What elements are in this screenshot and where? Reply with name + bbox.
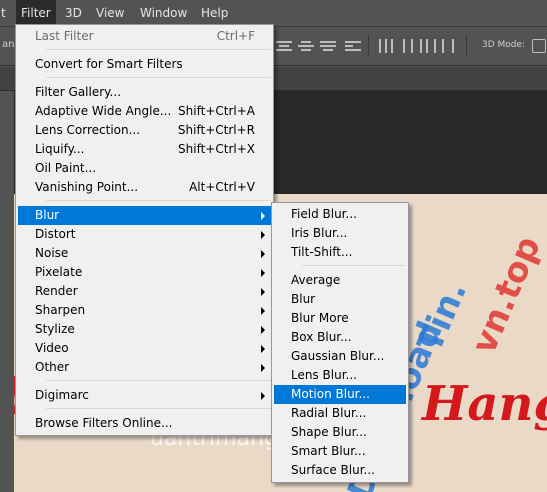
menu-edit-partial[interactable]: t	[0, 0, 11, 26]
3d-rotate-icon[interactable]	[532, 39, 546, 53]
menu-filter[interactable]: Filter	[16, 0, 56, 26]
align-left-icon[interactable]	[345, 39, 361, 53]
menu-item-adaptive-wide-angle[interactable]: Adaptive Wide Angle... Shift+Ctrl+A	[18, 102, 271, 121]
submenu-arrow-icon	[261, 345, 265, 353]
submenu-arrow-icon	[261, 269, 265, 277]
align-vcenter-icon[interactable]	[298, 39, 314, 53]
submenu-arrow-icon	[261, 250, 265, 258]
menu-item-liquify[interactable]: Liquify... Shift+Ctrl+X	[18, 140, 271, 159]
menu-item-blur[interactable]: Blur	[18, 206, 271, 225]
menu-item-convert-smart-filters[interactable]: Convert for Smart Filters	[18, 55, 271, 74]
menu-bar: t Filter 3D View Window Help	[0, 0, 547, 26]
submenu-item-motion-blur[interactable]: Motion Blur...	[274, 385, 406, 404]
submenu-item-surface-blur[interactable]: Surface Blur...	[274, 461, 406, 480]
submenu-item-box-blur[interactable]: Box Blur...	[274, 328, 406, 347]
menu-item-sharpen[interactable]: Sharpen	[18, 301, 271, 320]
align-top-icon[interactable]	[276, 39, 292, 53]
3d-mode-label: 3D Mode:	[482, 40, 526, 50]
submenu-arrow-icon	[261, 212, 265, 220]
submenu-item-gaussian-blur[interactable]: Gaussian Blur...	[274, 347, 406, 366]
menu-item-vanishing-point[interactable]: Vanishing Point... Alt+Ctrl+V	[18, 178, 271, 197]
submenu-item-radial-blur[interactable]: Radial Blur...	[274, 404, 406, 423]
submenu-arrow-icon	[261, 231, 265, 239]
menu-item-video[interactable]: Video	[18, 339, 271, 358]
blur-submenu: Field Blur... Iris Blur... Tilt-Shift...…	[271, 202, 409, 483]
distribute-hcenter-icon[interactable]	[400, 39, 416, 53]
distribute-left-icon[interactable]	[378, 39, 394, 53]
submenu-item-iris-blur[interactable]: Iris Blur...	[274, 224, 406, 243]
submenu-item-field-blur[interactable]: Field Blur...	[274, 205, 406, 224]
submenu-arrow-icon	[261, 326, 265, 334]
menu-window[interactable]: Window	[135, 0, 192, 26]
watermark-red: vn.top	[464, 230, 547, 360]
submenu-item-shape-blur[interactable]: Shape Blur...	[274, 423, 406, 442]
submenu-arrow-icon	[261, 392, 265, 400]
submenu-arrow-icon	[261, 288, 265, 296]
menu-item-digimarc[interactable]: Digimarc	[18, 386, 271, 405]
menu-view[interactable]: View	[91, 0, 129, 26]
menu-item-filter-gallery[interactable]: Filter Gallery...	[18, 83, 271, 102]
submenu-item-average[interactable]: Average	[274, 271, 406, 290]
submenu-item-lens-blur[interactable]: Lens Blur...	[274, 366, 406, 385]
distribute-spacing-icon[interactable]	[440, 39, 456, 53]
menu-item-pixelate[interactable]: Pixelate	[18, 263, 271, 282]
submenu-item-blur[interactable]: Blur	[274, 290, 406, 309]
menu-item-last-filter[interactable]: Last Filter Ctrl+F	[18, 27, 271, 46]
submenu-arrow-icon	[261, 307, 265, 315]
canvas-text-right: Hang	[422, 376, 547, 432]
submenu-arrow-icon	[261, 364, 265, 372]
menu-item-oil-paint[interactable]: Oil Paint...	[18, 159, 271, 178]
submenu-item-smart-blur[interactable]: Smart Blur...	[274, 442, 406, 461]
menu-item-render[interactable]: Render	[18, 282, 271, 301]
filter-menu: Last Filter Ctrl+F Convert for Smart Filt…	[15, 24, 274, 436]
tools-panel	[0, 91, 14, 492]
menu-item-browse-filters-online[interactable]: Browse Filters Online...	[18, 414, 271, 433]
menu-item-stylize[interactable]: Stylize	[18, 320, 271, 339]
watermark-mid: Tin.	[410, 275, 475, 358]
menu-item-distort[interactable]: Distort	[18, 225, 271, 244]
menu-item-lens-correction[interactable]: Lens Correction... Shift+Ctrl+R	[18, 121, 271, 140]
menu-help[interactable]: Help	[196, 0, 233, 26]
align-bottom-icon[interactable]	[320, 39, 336, 53]
distribute-right-icon[interactable]	[420, 39, 436, 53]
menu-item-noise[interactable]: Noise	[18, 244, 271, 263]
menu-3d[interactable]: 3D	[60, 0, 87, 26]
menu-item-other[interactable]: Other	[18, 358, 271, 377]
submenu-item-tilt-shift[interactable]: Tilt-Shift...	[274, 243, 406, 262]
submenu-item-blur-more[interactable]: Blur More	[274, 309, 406, 328]
